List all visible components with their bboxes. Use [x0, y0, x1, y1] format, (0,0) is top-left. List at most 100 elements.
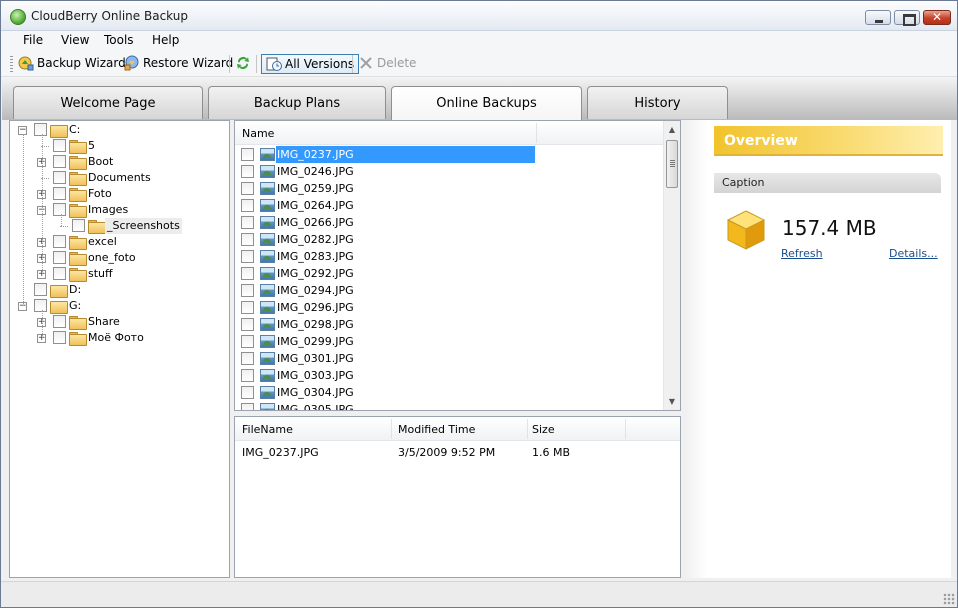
tree-node-checkbox[interactable]	[53, 187, 66, 200]
file-row[interactable]: IMG_0237.JPG	[235, 145, 663, 164]
folder-icon	[69, 172, 87, 186]
file-checkbox[interactable]	[241, 233, 254, 246]
tree-node-checkbox[interactable]	[53, 235, 66, 248]
file-row[interactable]: IMG_0298.JPG	[235, 316, 663, 333]
file-checkbox[interactable]	[241, 369, 254, 382]
tree-node-checkbox[interactable]	[72, 219, 85, 232]
tree-node-checkbox[interactable]	[53, 155, 66, 168]
backup-wizard-button[interactable]: Backup Wizard	[18, 54, 126, 74]
tree-node-checkbox[interactable]	[53, 203, 66, 216]
file-row[interactable]: IMG_0299.JPG	[235, 333, 663, 350]
tree-node-label: Images	[88, 203, 129, 216]
tree-node-checkbox[interactable]	[53, 251, 66, 264]
maximize-button[interactable]	[894, 10, 920, 26]
file-checkbox[interactable]	[241, 318, 254, 331]
folder-icon	[69, 204, 87, 218]
refresh-sync-button[interactable]	[235, 54, 254, 74]
file-row[interactable]: IMG_0305.JPG	[235, 401, 663, 410]
file-checkbox[interactable]	[241, 267, 254, 280]
tree-node-checkbox[interactable]	[34, 283, 47, 296]
file-checkbox[interactable]	[241, 148, 254, 161]
file-row[interactable]: IMG_0259.JPG	[235, 180, 663, 197]
file-row[interactable]: IMG_0246.JPG	[235, 163, 663, 180]
file-checkbox[interactable]	[241, 199, 254, 212]
menu-help[interactable]: Help	[150, 33, 181, 47]
file-checkbox[interactable]	[241, 216, 254, 229]
file-details-list[interactable]: FileName Modified Time Size IMG_0237.JPG…	[234, 416, 681, 578]
all-versions-button[interactable]: All Versions	[261, 54, 360, 74]
tree-node-label: _Screenshots	[105, 218, 182, 234]
file-list-scrollbar[interactable]: ▲ ▼	[663, 121, 680, 410]
modified-time-column-header[interactable]: Modified Time	[398, 423, 475, 436]
file-checkbox[interactable]	[241, 182, 254, 195]
file-row[interactable]: IMG_0294.JPG	[235, 282, 663, 299]
column-divider[interactable]	[536, 123, 537, 143]
file-checkbox[interactable]	[241, 250, 254, 263]
column-divider[interactable]	[527, 419, 528, 439]
file-checkbox[interactable]	[241, 386, 254, 399]
details-link[interactable]: Details...	[889, 247, 938, 260]
menu-view[interactable]: View	[59, 33, 91, 47]
overview-title: Overview	[714, 126, 943, 156]
toolbar-separator	[229, 55, 230, 73]
folder-icon	[88, 220, 106, 234]
tree-node-label: D:	[69, 283, 82, 296]
tab-welcome-page[interactable]: Welcome Page	[13, 86, 203, 119]
menu-tools[interactable]: Tools	[102, 33, 136, 47]
status-bar	[1, 581, 957, 607]
tab-backup-plans[interactable]: Backup Plans	[208, 86, 386, 119]
tree-node-checkbox[interactable]	[53, 267, 66, 280]
tree-node[interactable]: D:	[10, 282, 228, 298]
toolbar-separator	[352, 55, 353, 73]
resize-grip-icon[interactable]	[943, 593, 955, 605]
file-checkbox[interactable]	[241, 403, 254, 410]
tab-online-backups[interactable]: Online Backups	[391, 86, 582, 120]
image-file-icon	[260, 267, 275, 280]
file-row[interactable]: IMG_0283.JPG	[235, 248, 663, 265]
tree-node-checkbox[interactable]	[34, 299, 47, 312]
restore-wizard-button[interactable]: Restore Wizard	[124, 54, 233, 74]
file-checkbox[interactable]	[241, 284, 254, 297]
filename-column-header[interactable]: FileName	[242, 423, 293, 436]
detail-modified-time: 3/5/2009 9:52 PM	[398, 446, 496, 459]
file-row[interactable]: IMG_0266.JPG	[235, 214, 663, 231]
file-checkbox[interactable]	[241, 165, 254, 178]
column-divider[interactable]	[391, 419, 392, 439]
toolbar-grip[interactable]	[10, 56, 13, 72]
file-name: IMG_0299.JPG	[277, 335, 354, 348]
name-column-header[interactable]: Name	[242, 127, 274, 140]
size-column-header[interactable]: Size	[532, 423, 555, 436]
backup-wizard-icon	[18, 56, 34, 70]
refresh-link[interactable]: Refresh	[781, 247, 823, 260]
tab-history[interactable]: History	[587, 86, 728, 119]
file-row[interactable]: IMG_0264.JPG	[235, 197, 663, 214]
tree-node-checkbox[interactable]	[53, 331, 66, 344]
file-list[interactable]: Name IMG_0237.JPG IMG_0246.JPG IMG_0259.JP…	[234, 120, 681, 411]
close-button[interactable]: ✕	[923, 10, 951, 25]
file-row[interactable]: IMG_0292.JPG	[235, 265, 663, 282]
file-row[interactable]: IMG_0282.JPG	[235, 231, 663, 248]
file-checkbox[interactable]	[241, 335, 254, 348]
table-row[interactable]: IMG_0237.JPG 3/5/2009 9:52 PM 1.6 MB	[235, 444, 680, 461]
folder-tree[interactable]: − C: 5 + Boot Documents + Foto − Images _Screensho…	[9, 120, 230, 578]
tree-node-checkbox[interactable]	[34, 123, 47, 136]
tree-connector	[42, 134, 43, 274]
tree-node-checkbox[interactable]	[53, 171, 66, 184]
minimize-button[interactable]	[865, 10, 891, 25]
column-divider[interactable]	[625, 419, 626, 439]
scroll-down-arrow-icon[interactable]: ▼	[664, 393, 680, 410]
file-row[interactable]: IMG_0301.JPG	[235, 350, 663, 367]
delete-button[interactable]: Delete	[358, 54, 416, 74]
file-row[interactable]: IMG_0304.JPG	[235, 384, 663, 401]
toolbar-separator	[256, 55, 257, 73]
menu-file[interactable]: File	[21, 33, 45, 47]
file-row[interactable]: IMG_0303.JPG	[235, 367, 663, 384]
file-checkbox[interactable]	[241, 352, 254, 365]
tree-node-checkbox[interactable]	[53, 139, 66, 152]
file-row[interactable]: IMG_0296.JPG	[235, 299, 663, 316]
scroll-thumb[interactable]	[666, 140, 678, 188]
file-checkbox[interactable]	[241, 301, 254, 314]
scroll-up-arrow-icon[interactable]: ▲	[664, 121, 680, 138]
tree-node-checkbox[interactable]	[53, 315, 66, 328]
tree-node-label: G:	[69, 299, 82, 312]
